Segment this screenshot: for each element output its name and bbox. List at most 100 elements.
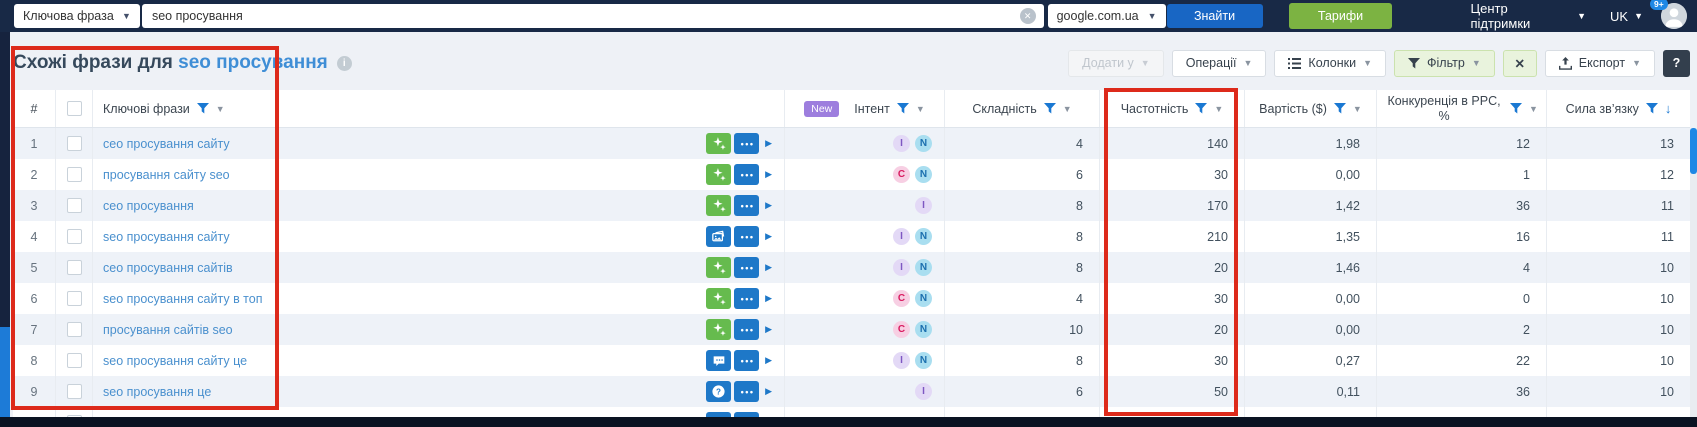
sort-desc-icon[interactable]: ↓ bbox=[1665, 101, 1672, 116]
sparkles-icon[interactable] bbox=[706, 195, 731, 216]
row-checkbox[interactable] bbox=[67, 260, 82, 275]
chevron-down-icon[interactable]: ▼ bbox=[916, 104, 925, 114]
select-all-checkbox[interactable] bbox=[67, 101, 82, 116]
language-menu[interactable]: UK ▼ bbox=[1610, 9, 1643, 24]
keyword-type-select[interactable]: Ключова фраза ▼ bbox=[14, 4, 140, 28]
expand-arrow-icon[interactable]: ▶ bbox=[765, 138, 772, 149]
sparkles-icon[interactable] bbox=[706, 288, 731, 309]
volume-cell: 210 bbox=[1100, 221, 1245, 252]
filter-icon[interactable] bbox=[1510, 103, 1522, 114]
intent-badge-n: N bbox=[915, 321, 932, 338]
export-label: Експорт bbox=[1579, 56, 1625, 70]
chevron-down-icon[interactable]: ▼ bbox=[216, 104, 225, 114]
row-checkbox[interactable] bbox=[67, 291, 82, 306]
operations-button[interactable]: Операції ▼ bbox=[1172, 50, 1267, 77]
sparkles-icon[interactable] bbox=[706, 133, 731, 154]
info-icon[interactable]: i bbox=[337, 56, 352, 71]
col-header-difficulty[interactable]: Складність ▼ bbox=[945, 90, 1100, 127]
filter-icon[interactable] bbox=[1646, 103, 1658, 114]
keyword-link[interactable]: просування сайту seo bbox=[103, 168, 230, 182]
volume-cell: 170 bbox=[1100, 190, 1245, 221]
export-button[interactable]: Експорт ▼ bbox=[1545, 50, 1655, 77]
more-actions-icon[interactable]: ••• bbox=[734, 257, 759, 278]
intent-cell: IN bbox=[785, 128, 945, 159]
row-actions: ••• ▶ bbox=[706, 226, 784, 247]
more-actions-icon[interactable]: ••• bbox=[734, 133, 759, 154]
scrollbar-thumb[interactable] bbox=[1690, 128, 1697, 174]
chevron-down-icon[interactable]: ▼ bbox=[1353, 104, 1362, 114]
page-title-keyword[interactable]: seo просування bbox=[178, 52, 328, 73]
clear-search-icon[interactable]: ✕ bbox=[1020, 8, 1036, 24]
clear-filter-button[interactable]: ✕ bbox=[1503, 50, 1537, 77]
intent-badge-n: N bbox=[915, 352, 932, 369]
sparkles-icon[interactable] bbox=[706, 319, 731, 340]
col-header-volume[interactable]: Частотність ▼ bbox=[1100, 90, 1245, 127]
row-checkbox[interactable] bbox=[67, 198, 82, 213]
expand-arrow-icon[interactable]: ▶ bbox=[765, 231, 772, 242]
col-header-cost[interactable]: Вартість ($) ▼ bbox=[1245, 90, 1377, 127]
svg-text:?: ? bbox=[716, 387, 721, 396]
expand-arrow-icon[interactable]: ▶ bbox=[765, 386, 772, 397]
row-checkbox[interactable] bbox=[67, 136, 82, 151]
keyword-link[interactable]: сео просування bbox=[103, 199, 194, 213]
expand-arrow-icon[interactable]: ▶ bbox=[765, 324, 772, 335]
keyword-link[interactable]: seo просування сайту це bbox=[103, 354, 247, 368]
col-header-competition[interactable]: Конкуренція в PPC, % ▼ bbox=[1377, 90, 1547, 127]
row-checkbox[interactable] bbox=[67, 322, 82, 337]
keyword-cell: сео просування сайтів ••• ▶ bbox=[93, 252, 785, 283]
keyword-link[interactable]: сео просування сайтів bbox=[103, 261, 233, 275]
col-header-keywords[interactable]: Ключові фрази ▼ bbox=[93, 90, 785, 127]
images-icon[interactable] bbox=[706, 226, 731, 247]
more-actions-icon[interactable]: ••• bbox=[734, 381, 759, 402]
more-actions-icon[interactable]: ••• bbox=[734, 195, 759, 216]
chevron-down-icon[interactable]: ▼ bbox=[1063, 104, 1072, 114]
more-actions-icon[interactable]: ••• bbox=[734, 288, 759, 309]
difficulty-cell: 8 bbox=[945, 252, 1100, 283]
col-header-intent[interactable]: New Інтент ▼ bbox=[785, 90, 945, 127]
more-actions-icon[interactable]: ••• bbox=[734, 350, 759, 371]
row-checkbox[interactable] bbox=[67, 384, 82, 399]
chevron-down-icon[interactable]: ▼ bbox=[1529, 104, 1538, 114]
expand-arrow-icon[interactable]: ▶ bbox=[765, 200, 772, 211]
row-checkbox[interactable] bbox=[67, 229, 82, 244]
competition-cell: 4 bbox=[1377, 252, 1547, 283]
avatar[interactable]: 9+ bbox=[1661, 3, 1687, 29]
filter-icon[interactable] bbox=[1195, 103, 1207, 114]
more-actions-icon[interactable]: ••• bbox=[734, 164, 759, 185]
keyword-link[interactable]: сео просування сайту bbox=[103, 137, 230, 151]
comment-icon[interactable] bbox=[706, 350, 731, 371]
columns-button[interactable]: Колонки ▼ bbox=[1274, 50, 1386, 77]
expand-arrow-icon[interactable]: ▶ bbox=[765, 355, 772, 366]
keyword-link[interactable]: просування сайтів seo bbox=[103, 323, 233, 337]
row-checkbox[interactable] bbox=[67, 353, 82, 368]
row-actions: ? ••• ▶ bbox=[706, 381, 784, 402]
more-actions-icon[interactable]: ••• bbox=[734, 226, 759, 247]
chevron-down-icon[interactable]: ▼ bbox=[1214, 104, 1223, 114]
keyword-link[interactable]: seo просування це bbox=[103, 385, 211, 399]
filter-icon[interactable] bbox=[1334, 103, 1346, 114]
filter-icon[interactable] bbox=[1044, 103, 1056, 114]
support-center-menu[interactable]: Центр підтримки ▼ bbox=[1470, 1, 1586, 31]
col-header-strength[interactable]: Сила зв’язку ↓ bbox=[1547, 90, 1690, 127]
search-button[interactable]: Знайти bbox=[1167, 4, 1263, 28]
question-icon[interactable]: ? bbox=[706, 381, 731, 402]
help-button[interactable]: ? bbox=[1663, 50, 1690, 77]
filter-icon[interactable] bbox=[897, 103, 909, 114]
search-input[interactable] bbox=[152, 9, 1020, 23]
expand-arrow-icon[interactable]: ▶ bbox=[765, 169, 772, 180]
sidebar-edge bbox=[0, 32, 10, 427]
filter-button[interactable]: Фільтр ▼ bbox=[1394, 50, 1495, 77]
keyword-link[interactable]: seo просування сайту bbox=[103, 230, 230, 244]
row-checkbox[interactable] bbox=[67, 167, 82, 182]
sparkles-icon[interactable] bbox=[706, 164, 731, 185]
search-engine-select[interactable]: google.com.ua ▼ bbox=[1048, 4, 1166, 28]
expand-arrow-icon[interactable]: ▶ bbox=[765, 293, 772, 304]
vertical-scrollbar[interactable] bbox=[1690, 128, 1697, 417]
sparkles-icon[interactable] bbox=[706, 257, 731, 278]
tariffs-button[interactable]: Тарифи bbox=[1289, 3, 1393, 29]
chevron-down-icon: ▼ bbox=[1577, 11, 1586, 21]
expand-arrow-icon[interactable]: ▶ bbox=[765, 262, 772, 273]
filter-icon[interactable] bbox=[197, 103, 209, 114]
keyword-link[interactable]: seo просування сайту в топ bbox=[103, 292, 263, 306]
more-actions-icon[interactable]: ••• bbox=[734, 319, 759, 340]
